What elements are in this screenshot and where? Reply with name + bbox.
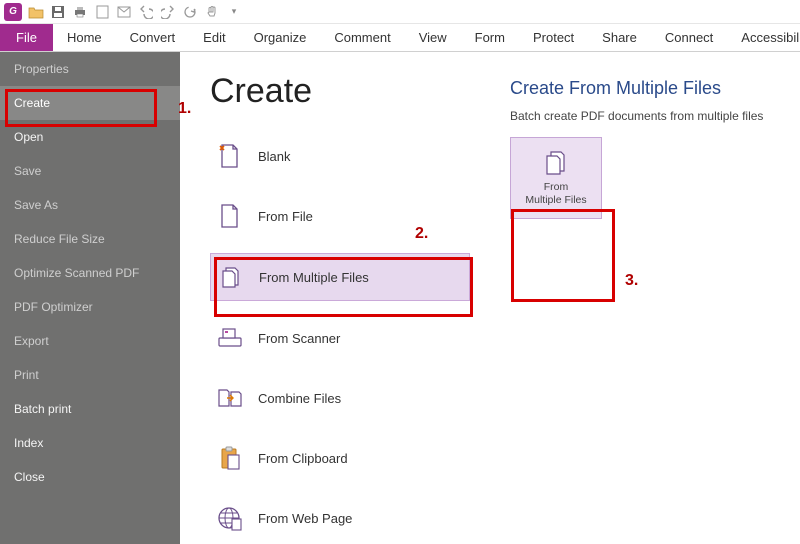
hand-tool-icon[interactable] xyxy=(204,4,220,20)
refresh-icon[interactable] xyxy=(182,4,198,20)
create-option-label: From File xyxy=(258,209,313,224)
sidebar-item-open[interactable]: Open xyxy=(0,120,180,154)
tab-connect[interactable]: Connect xyxy=(651,24,727,51)
tab-organize[interactable]: Organize xyxy=(240,24,321,51)
ribbon-tabs: File Home Convert Edit Organize Comment … xyxy=(0,24,800,52)
sidebar-item-save[interactable]: Save xyxy=(0,154,180,188)
sidebar-item-batch-print[interactable]: Batch print xyxy=(0,392,180,426)
tab-comment[interactable]: Comment xyxy=(320,24,404,51)
open-folder-icon[interactable] xyxy=(28,4,44,20)
redo-icon[interactable] xyxy=(160,4,176,20)
file-sidebar: Properties Create Open Save Save As Redu… xyxy=(0,52,180,544)
sidebar-item-properties[interactable]: Properties xyxy=(0,52,180,86)
sidebar-item-optimize-scanned-pdf[interactable]: Optimize Scanned PDF xyxy=(0,256,180,290)
create-option-label: Blank xyxy=(258,149,291,164)
panel-title: Create From Multiple Files xyxy=(510,78,792,99)
scanner-icon xyxy=(216,325,244,351)
create-option-label: From Multiple Files xyxy=(259,270,369,285)
create-option-combine-files[interactable]: Combine Files xyxy=(210,375,470,421)
tab-form[interactable]: Form xyxy=(461,24,519,51)
create-option-from-file[interactable]: From File xyxy=(210,193,470,239)
create-option-from-multiple-files[interactable]: From Multiple Files xyxy=(210,253,470,301)
create-option-from-clipboard[interactable]: From Clipboard xyxy=(210,435,470,481)
multiple-files-icon xyxy=(217,264,245,290)
tab-edit[interactable]: Edit xyxy=(189,24,239,51)
sidebar-item-reduce-file-size[interactable]: Reduce File Size xyxy=(0,222,180,256)
from-multiple-files-tile[interactable]: FromMultiple Files xyxy=(510,137,602,219)
page-title: Create xyxy=(210,72,470,111)
sidebar-item-create[interactable]: Create xyxy=(0,86,180,120)
main-area: Properties Create Open Save Save As Redu… xyxy=(0,52,800,544)
tab-share[interactable]: Share xyxy=(588,24,651,51)
app-logo: G xyxy=(4,3,22,21)
sidebar-item-export[interactable]: Export xyxy=(0,324,180,358)
quick-access-toolbar: G ▾ xyxy=(0,0,800,24)
create-option-from-scanner[interactable]: From Scanner xyxy=(210,315,470,361)
create-options-column: Create Blank From File From Multiple Fil… xyxy=(210,72,470,544)
undo-icon[interactable] xyxy=(138,4,154,20)
tab-file[interactable]: File xyxy=(0,24,53,51)
file-doc-icon xyxy=(216,203,244,229)
tab-accessibility[interactable]: Accessibility xyxy=(727,24,800,51)
create-option-from-web-page[interactable]: From Web Page xyxy=(210,495,470,541)
tab-view[interactable]: View xyxy=(405,24,461,51)
globe-icon xyxy=(216,505,244,531)
email-icon[interactable] xyxy=(116,4,132,20)
create-option-label: From Web Page xyxy=(258,511,352,526)
create-option-label: From Clipboard xyxy=(258,451,348,466)
sidebar-item-pdf-optimizer[interactable]: PDF Optimizer xyxy=(0,290,180,324)
print-icon[interactable] xyxy=(72,4,88,20)
create-option-label: Combine Files xyxy=(258,391,341,406)
combine-files-icon xyxy=(216,385,244,411)
clipboard-icon xyxy=(216,445,244,471)
create-detail-panel: Create From Multiple Files Batch create … xyxy=(510,72,792,544)
panel-description: Batch create PDF documents from multiple… xyxy=(510,109,792,123)
sidebar-item-close[interactable]: Close xyxy=(0,460,180,494)
create-option-label: From Scanner xyxy=(258,331,340,346)
tile-label: FromMultiple Files xyxy=(525,181,586,206)
sidebar-item-index[interactable]: Index xyxy=(0,426,180,460)
content-area: Create Blank From File From Multiple Fil… xyxy=(180,52,800,544)
save-icon[interactable] xyxy=(50,4,66,20)
multiple-files-icon xyxy=(541,149,571,177)
tab-convert[interactable]: Convert xyxy=(116,24,190,51)
blank-doc-icon xyxy=(216,143,244,169)
toolbar-dropdown-icon[interactable]: ▾ xyxy=(226,4,242,20)
sidebar-item-save-as[interactable]: Save As xyxy=(0,188,180,222)
blank-page-icon[interactable] xyxy=(94,4,110,20)
tab-home[interactable]: Home xyxy=(53,24,116,51)
sidebar-item-print[interactable]: Print xyxy=(0,358,180,392)
tab-protect[interactable]: Protect xyxy=(519,24,588,51)
create-option-blank[interactable]: Blank xyxy=(210,133,470,179)
